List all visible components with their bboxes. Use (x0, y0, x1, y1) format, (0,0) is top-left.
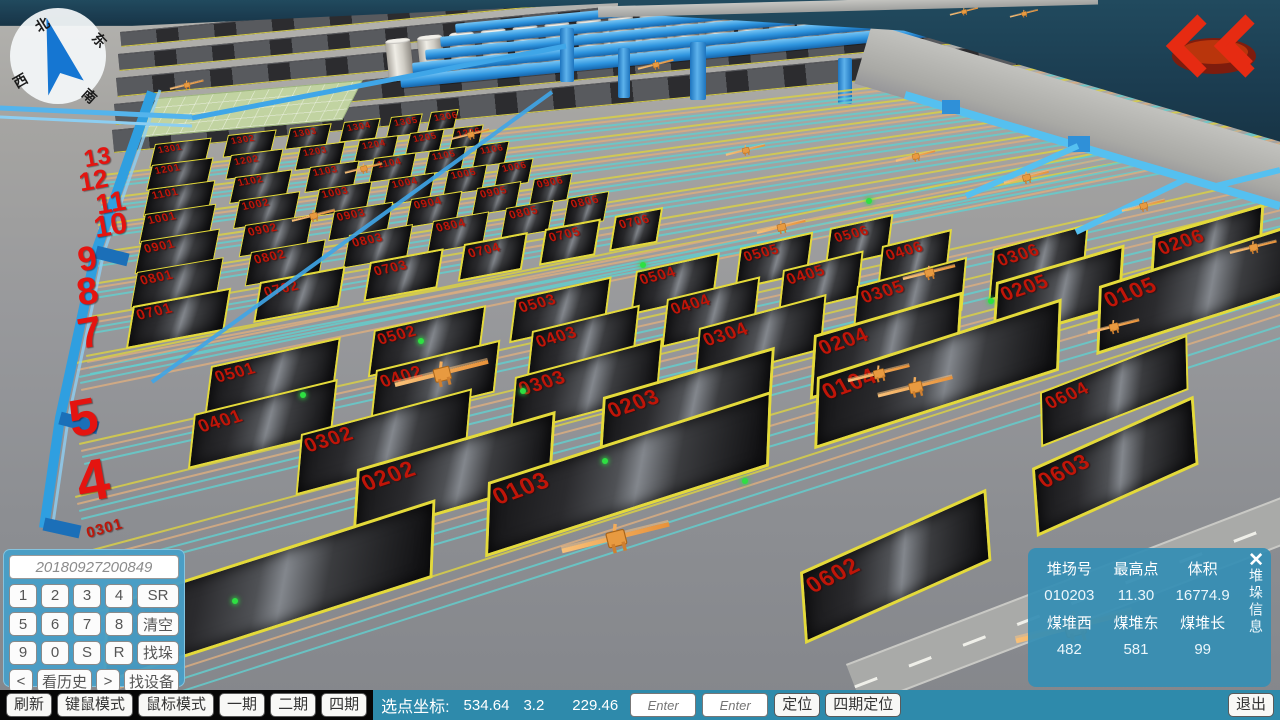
info-value: 11.30 (1103, 587, 1170, 604)
status-dot (418, 338, 424, 344)
status-dot (866, 198, 872, 204)
toolbar-main-group: 选点坐标: 534.64 3.2 229.46 定位四期定位 退出 (373, 690, 1280, 720)
toolbar-button-5[interactable]: 四期 (321, 693, 367, 718)
pile-label: 0602 (801, 553, 865, 597)
coordinate-z-value: 229.46 (572, 697, 618, 714)
keypad-button-1[interactable]: 1 (9, 584, 37, 608)
status-dot (300, 392, 306, 398)
status-dot (602, 458, 608, 464)
coordinate-x-value: 534.64 (464, 697, 510, 714)
toolbar-mid-buttons: 定位四期定位 (774, 693, 901, 718)
status-dot (640, 262, 646, 268)
toolbar-button-3[interactable]: 一期 (219, 693, 265, 718)
toolbar-mid-button-0[interactable]: 定位 (774, 693, 820, 718)
enter-input-2[interactable] (702, 693, 768, 717)
keypad-button-找垛[interactable]: 找垛 (137, 641, 179, 665)
status-dot (988, 298, 994, 304)
toolbar-button-0[interactable]: 刷新 (6, 693, 52, 718)
keypad-button-清空[interactable]: 清空 (137, 612, 179, 636)
pile-info-panel: ✕ 堆场号最高点体积01020311.3016774.9煤堆西煤堆东煤堆长482… (1028, 548, 1271, 687)
keypad-button-9[interactable]: 9 (9, 641, 37, 665)
info-header: 堆场号 (1036, 558, 1103, 579)
pile-label: 0604 (1041, 378, 1092, 412)
info-value: 99 (1169, 641, 1236, 658)
keypad-button-6[interactable]: 6 (41, 612, 69, 636)
keypad-panel: 1234SR5678清空90SR找垛<看历史>找设备 (3, 549, 185, 687)
keypad-button-2[interactable]: 2 (41, 584, 69, 608)
history-code-input[interactable] (9, 555, 179, 579)
keypad-button-4[interactable]: 4 (105, 584, 133, 608)
pick-coordinate-label: 选点坐标: (381, 693, 449, 717)
status-dot (742, 478, 748, 484)
info-value: 010203 (1036, 587, 1103, 604)
keypad-button-SR[interactable]: SR (137, 584, 179, 608)
keypad-button-5[interactable]: 5 (9, 612, 37, 636)
keypad-button-R[interactable]: R (105, 641, 133, 665)
status-dot (520, 388, 526, 394)
info-value: 482 (1036, 641, 1103, 658)
pile-label: 0603 (1033, 450, 1094, 493)
keypad-button-S[interactable]: S (73, 641, 101, 665)
exit-button[interactable]: 退出 (1228, 693, 1274, 718)
company-logo-icon (1162, 12, 1264, 84)
info-header: 煤堆西 (1036, 612, 1103, 633)
toolbar-mid-button-1[interactable]: 四期定位 (825, 693, 901, 718)
status-dot (232, 598, 238, 604)
toolbar-button-1[interactable]: 键鼠模式 (57, 693, 133, 718)
info-value: 16774.9 (1169, 587, 1236, 604)
keypad-button-3[interactable]: 3 (73, 584, 101, 608)
keypad-button-8[interactable]: 8 (105, 612, 133, 636)
info-header: 体积 (1169, 558, 1236, 579)
coal-yard-3d-app: 1301130213031304130513061201120212031204… (0, 0, 1280, 720)
compass: 北 东 西 南 (6, 4, 110, 108)
info-header: 煤堆东 (1103, 612, 1170, 633)
bottom-toolbar: 刷新键鼠模式鼠标模式一期二期四期 选点坐标: 534.64 3.2 229.46… (0, 690, 1280, 720)
enter-input-1[interactable] (630, 693, 696, 717)
info-header: 煤堆长 (1169, 612, 1236, 633)
info-header: 最高点 (1103, 558, 1170, 579)
toolbar-button-4[interactable]: 二期 (270, 693, 316, 718)
keypad-button-0[interactable]: 0 (41, 641, 69, 665)
info-value: 581 (1103, 641, 1170, 658)
keypad-button-7[interactable]: 7 (73, 612, 101, 636)
pile-info-side-label: 堆垛信息 (1246, 568, 1266, 636)
toolbar-left-group: 刷新键鼠模式鼠标模式一期二期四期 (0, 690, 373, 720)
row-number-label: 10 (92, 208, 130, 243)
coordinate-y-value: 3.2 (523, 697, 544, 714)
toolbar-button-2[interactable]: 鼠标模式 (138, 693, 214, 718)
